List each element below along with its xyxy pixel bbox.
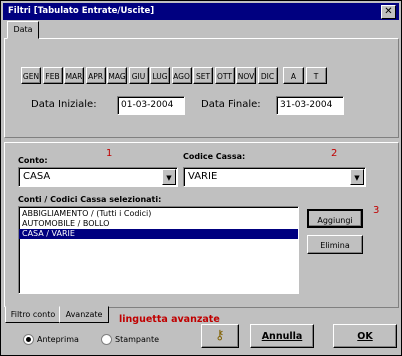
month-button-lug[interactable]: LUG [150,67,170,84]
conto-label: Conto: [18,156,48,165]
tab-avanzate-label: Avanzate [65,310,103,319]
month-label: APR [88,72,103,81]
month-label: FEB [45,72,60,81]
month-label: GEN [22,72,40,81]
month-button-giu[interactable]: GIU [128,67,149,84]
list-item[interactable]: ABBIGLIAMENTO / (Tutti i Codici) [19,209,298,219]
month-label: A [290,72,297,81]
start-date-field[interactable]: 01-03-2004 [117,96,185,115]
radio-anteprima-label: Anteprima [37,335,79,344]
elimina-label: Elimina [320,241,350,250]
annulla-label: Annulla [261,331,303,342]
month-label: GIU [131,72,146,81]
month-button-mar[interactable]: MAR [64,67,84,84]
ok-label: OK [357,331,373,342]
start-date-value: 01-03-2004 [121,100,174,110]
date-panel [4,38,399,138]
month-button-nov[interactable]: NOV [236,67,256,84]
conto-value: CASA [23,171,51,182]
month-button-mag[interactable]: MAG [107,67,127,84]
marker-3: 3 [373,205,380,216]
month-label: T [313,72,319,81]
marker-2: 2 [331,148,338,159]
month-button-ago[interactable]: AGO [171,67,192,84]
dialog-window: Filtri [Tabulato Entrate/Uscite] ✕ Data … [0,0,402,356]
month-label: NOV [237,72,255,81]
tab-filtro-conto-label: Filtro conto [10,310,56,319]
aggiungi-label: Aggiungi [317,216,353,225]
month-button-ott[interactable]: OTT [214,67,235,84]
month-button-feb[interactable]: FEB [42,67,63,84]
annulla-button[interactable]: Annulla [250,324,314,348]
conto-select[interactable]: CASA ▼ [18,167,178,187]
tab-filtro-conto[interactable]: Filtro conto [5,306,61,323]
chevron-down-icon[interactable]: ▼ [162,169,176,185]
tab-avanzate[interactable]: Avanzate [59,306,109,323]
codice-label: Codice Cassa: [183,152,246,161]
end-date-value: 31-03-2004 [280,100,333,110]
radio-stampante-label: Stampante [115,335,160,344]
end-date-field[interactable]: 31-03-2004 [276,96,344,115]
end-date-label: Data Finale: [201,99,261,110]
codice-value: VARIE [188,171,218,182]
help-button[interactable]: ⚷ [201,324,239,348]
month-button-dic[interactable]: DIC [257,67,278,84]
close-button[interactable]: ✕ [381,5,396,19]
selected-list[interactable]: ABBIGLIAMENTO / (Tutti i Codici) AUTOMOB… [18,206,299,294]
month-label: SET [195,72,211,81]
month-label: MAR [65,72,83,81]
list-label: Conti / Codici Cassa selezionati: [18,195,162,204]
list-item[interactable]: AUTOMOBILE / BOLLO [19,219,298,229]
codice-select[interactable]: VARIE ▼ [183,167,366,187]
tab-data[interactable]: Data [7,21,39,39]
list-item[interactable]: CASA / VARIE [19,229,298,239]
month-button-t[interactable]: T [305,67,327,84]
month-label: OTT [217,72,232,81]
title-bar: Filtri [Tabulato Entrate/Uscite] ✕ [3,3,399,20]
month-button-a[interactable]: A [283,67,304,84]
tab-data-label: Data [13,25,33,34]
month-label: MAG [108,72,126,81]
month-label: AGO [173,72,190,81]
key-icon: ⚷ [215,328,225,343]
month-label: DIC [260,72,275,81]
radio-anteprima[interactable] [23,334,34,345]
marker-1: 1 [106,148,113,159]
aggiungi-button[interactable]: Aggiungi [307,209,363,228]
month-button-apr[interactable]: APR [85,67,106,84]
radio-stampante[interactable] [101,334,112,345]
month-button-gen[interactable]: GEN [21,67,41,84]
month-label: LUG [152,72,168,81]
elimina-button[interactable]: Elimina [307,235,363,254]
chevron-down-icon[interactable]: ▼ [350,169,364,185]
month-button-set[interactable]: SET [193,67,213,84]
window-title: Filtri [Tabulato Entrate/Uscite] [8,6,155,16]
ok-button[interactable]: OK [333,324,397,348]
start-date-label: Data Iniziale: [31,99,97,110]
